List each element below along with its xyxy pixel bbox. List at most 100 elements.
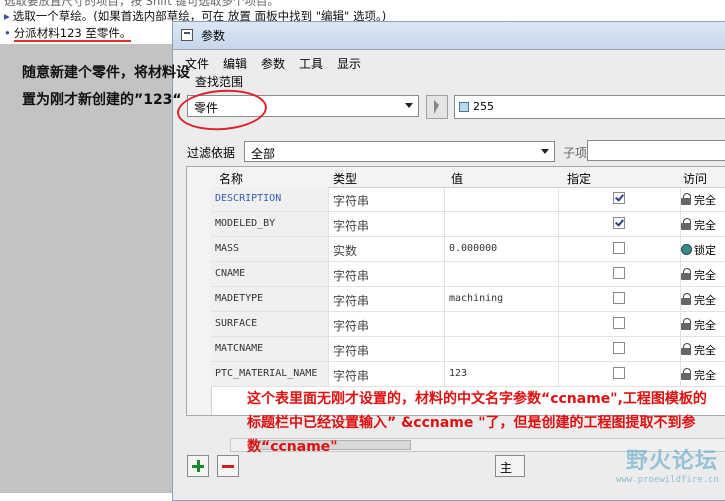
menu-view[interactable]: 显示 bbox=[337, 55, 361, 72]
access-label: 完全 bbox=[694, 319, 716, 332]
search-scope-label: 查找范围 bbox=[195, 75, 244, 89]
col-name[interactable]: 名称 bbox=[219, 170, 243, 187]
title-bar[interactable]: 参数 bbox=[173, 22, 725, 50]
access-label: 完全 bbox=[694, 344, 716, 357]
cell-name[interactable]: DESCRIPTION bbox=[211, 187, 329, 211]
cell-type[interactable]: 字符串 bbox=[329, 262, 445, 286]
cell-access[interactable]: 完全 bbox=[681, 262, 725, 286]
filter-label: 过滤依据 bbox=[187, 146, 236, 160]
menu-edit[interactable]: 编辑 bbox=[223, 55, 247, 72]
lock-open-icon bbox=[681, 368, 693, 381]
col-access[interactable]: 访问 bbox=[683, 170, 707, 187]
selection-field[interactable]: 255 bbox=[454, 95, 725, 119]
cell-value[interactable] bbox=[445, 337, 559, 361]
delete-parameter-button[interactable] bbox=[217, 455, 239, 477]
designated-checkbox[interactable] bbox=[613, 367, 625, 379]
table-header: 名称 类型 值 指定 访问 bbox=[187, 167, 725, 188]
table-row[interactable]: MATCNAME 字符串 完全 bbox=[211, 337, 725, 362]
sub-input[interactable] bbox=[587, 140, 725, 161]
table-row[interactable]: MADETYPE 字符串 machining 完全 bbox=[211, 287, 725, 312]
lock-open-icon bbox=[681, 218, 693, 231]
cell-access[interactable]: 锁定 bbox=[681, 237, 725, 261]
lock-open-icon bbox=[681, 268, 693, 281]
access-label: 完全 bbox=[694, 219, 716, 232]
cell-designated bbox=[559, 287, 681, 311]
designated-checkbox[interactable] bbox=[613, 192, 625, 204]
table-row[interactable]: PTC_MATERIAL_NAME 字符串 123 完全 bbox=[211, 362, 725, 387]
chevron-down-icon bbox=[405, 103, 413, 108]
cell-value[interactable] bbox=[445, 187, 559, 211]
col-designated[interactable]: 指定 bbox=[567, 170, 591, 187]
access-label: 完全 bbox=[694, 269, 716, 282]
cell-value[interactable] bbox=[445, 312, 559, 336]
menu-bar: 文件 编辑 参数 工具 显示 bbox=[173, 52, 725, 72]
cell-type[interactable]: 字符串 bbox=[329, 362, 445, 386]
cell-name[interactable]: MADETYPE bbox=[211, 287, 329, 311]
annotation-left: 随意新建个零件，将材料设置为刚才新创建的”123“ bbox=[22, 65, 190, 108]
col-type[interactable]: 类型 bbox=[333, 170, 357, 187]
col-value[interactable]: 值 bbox=[451, 170, 463, 187]
cell-type[interactable]: 字符串 bbox=[329, 212, 445, 236]
designated-checkbox[interactable] bbox=[613, 292, 625, 304]
cell-name[interactable]: PTC_MATERIAL_NAME bbox=[211, 362, 329, 386]
cell-access[interactable]: 完全 bbox=[681, 312, 725, 336]
locked-icon bbox=[681, 244, 692, 255]
cell-type[interactable]: 字符串 bbox=[329, 187, 445, 211]
cell-access[interactable]: 完全 bbox=[681, 187, 725, 211]
cell-designated bbox=[559, 212, 681, 236]
cell-value[interactable]: machining bbox=[445, 287, 559, 311]
cell-type[interactable]: 字符串 bbox=[329, 287, 445, 311]
lock-open-icon bbox=[681, 193, 693, 206]
designated-checkbox[interactable] bbox=[613, 217, 625, 229]
designated-checkbox[interactable] bbox=[613, 317, 625, 329]
bullet-icon: • bbox=[4, 26, 11, 40]
menu-parameters[interactable]: 参数 bbox=[261, 55, 285, 72]
part-icon bbox=[459, 102, 469, 112]
cell-name[interactable]: MASS bbox=[211, 237, 329, 261]
dialog-title: 参数 bbox=[201, 29, 226, 43]
cell-name[interactable]: MATCNAME bbox=[211, 337, 329, 361]
cell-access[interactable]: 完全 bbox=[681, 337, 725, 361]
table-row[interactable]: MASS 实数 0.000000 锁定 bbox=[211, 237, 725, 262]
cell-access[interactable]: 完全 bbox=[681, 212, 725, 236]
cell-designated bbox=[559, 312, 681, 336]
designated-checkbox[interactable] bbox=[613, 342, 625, 354]
cell-name[interactable]: MODELED_BY bbox=[211, 212, 329, 236]
annotation-bottom: 这个表里面无刚才设置的，材料的中文名字参数“ccname",工程图模板的标题栏中… bbox=[247, 391, 707, 455]
select-pointer-button[interactable] bbox=[426, 95, 448, 119]
table-row[interactable]: MODELED_BY 字符串 完全 bbox=[211, 212, 725, 237]
menu-tools[interactable]: 工具 bbox=[299, 55, 323, 72]
bullet-icon: ▸ bbox=[4, 9, 10, 23]
selection-value: 255 bbox=[473, 100, 494, 113]
filter-dropdown[interactable]: 全部 bbox=[244, 141, 555, 162]
designated-checkbox[interactable] bbox=[613, 267, 625, 279]
cell-type[interactable]: 字符串 bbox=[329, 337, 445, 361]
access-label: 完全 bbox=[694, 194, 716, 207]
table-row[interactable]: SURFACE 字符串 完全 bbox=[211, 312, 725, 337]
row-gutter bbox=[187, 187, 212, 415]
cell-value[interactable] bbox=[445, 262, 559, 286]
table-row[interactable]: CNAME 字符串 完全 bbox=[211, 262, 725, 287]
designated-checkbox[interactable] bbox=[613, 242, 625, 254]
cell-designated bbox=[559, 262, 681, 286]
message-line-3: • 分派材料123 至零件。 bbox=[4, 26, 132, 42]
parameters-table: 名称 类型 值 指定 访问 DESCRIPTION 字符串 完全 MODELED_BY… bbox=[186, 166, 725, 416]
access-label: 完全 bbox=[694, 294, 716, 307]
cell-value[interactable] bbox=[445, 212, 559, 236]
table-row[interactable]: DESCRIPTION 字符串 完全 bbox=[211, 187, 725, 212]
sub-label: 子项 bbox=[563, 146, 588, 160]
cell-designated bbox=[559, 187, 681, 211]
cell-value[interactable]: 0.000000 bbox=[445, 237, 559, 261]
chevron-down-icon bbox=[541, 149, 549, 154]
cell-type[interactable]: 字符串 bbox=[329, 312, 445, 336]
dialog-icon bbox=[181, 29, 193, 41]
cell-value[interactable]: 123 bbox=[445, 362, 559, 386]
add-parameter-button[interactable] bbox=[187, 455, 209, 477]
cell-name[interactable]: SURFACE bbox=[211, 312, 329, 336]
cell-access[interactable]: 完全 bbox=[681, 362, 725, 386]
cell-type[interactable]: 实数 bbox=[329, 237, 445, 261]
lock-open-icon bbox=[681, 318, 693, 331]
access-label: 完全 bbox=[694, 369, 716, 382]
cell-name[interactable]: CNAME bbox=[211, 262, 329, 286]
cell-access[interactable]: 完全 bbox=[681, 287, 725, 311]
